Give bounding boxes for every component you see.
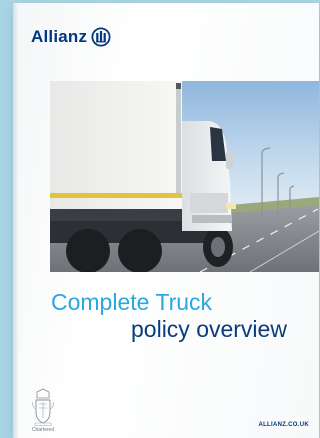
website-url[interactable]: ALLIANZ.CO.UK — [258, 422, 309, 428]
allianz-logo: Allianz — [31, 27, 111, 47]
brand-name: Allianz — [31, 27, 88, 46]
cover-subtitle: policy overview — [131, 316, 287, 342]
brochure-spine — [13, 3, 19, 438]
crest-label: Chartered — [31, 427, 55, 433]
cover-title: Complete Truck — [51, 289, 213, 315]
chartered-crest-icon — [31, 388, 55, 426]
brochure-cover: Allianz Complete Truck policy overview C… — [13, 3, 319, 438]
truck-photo — [50, 81, 319, 272]
allianz-eagle-icon — [91, 27, 111, 47]
